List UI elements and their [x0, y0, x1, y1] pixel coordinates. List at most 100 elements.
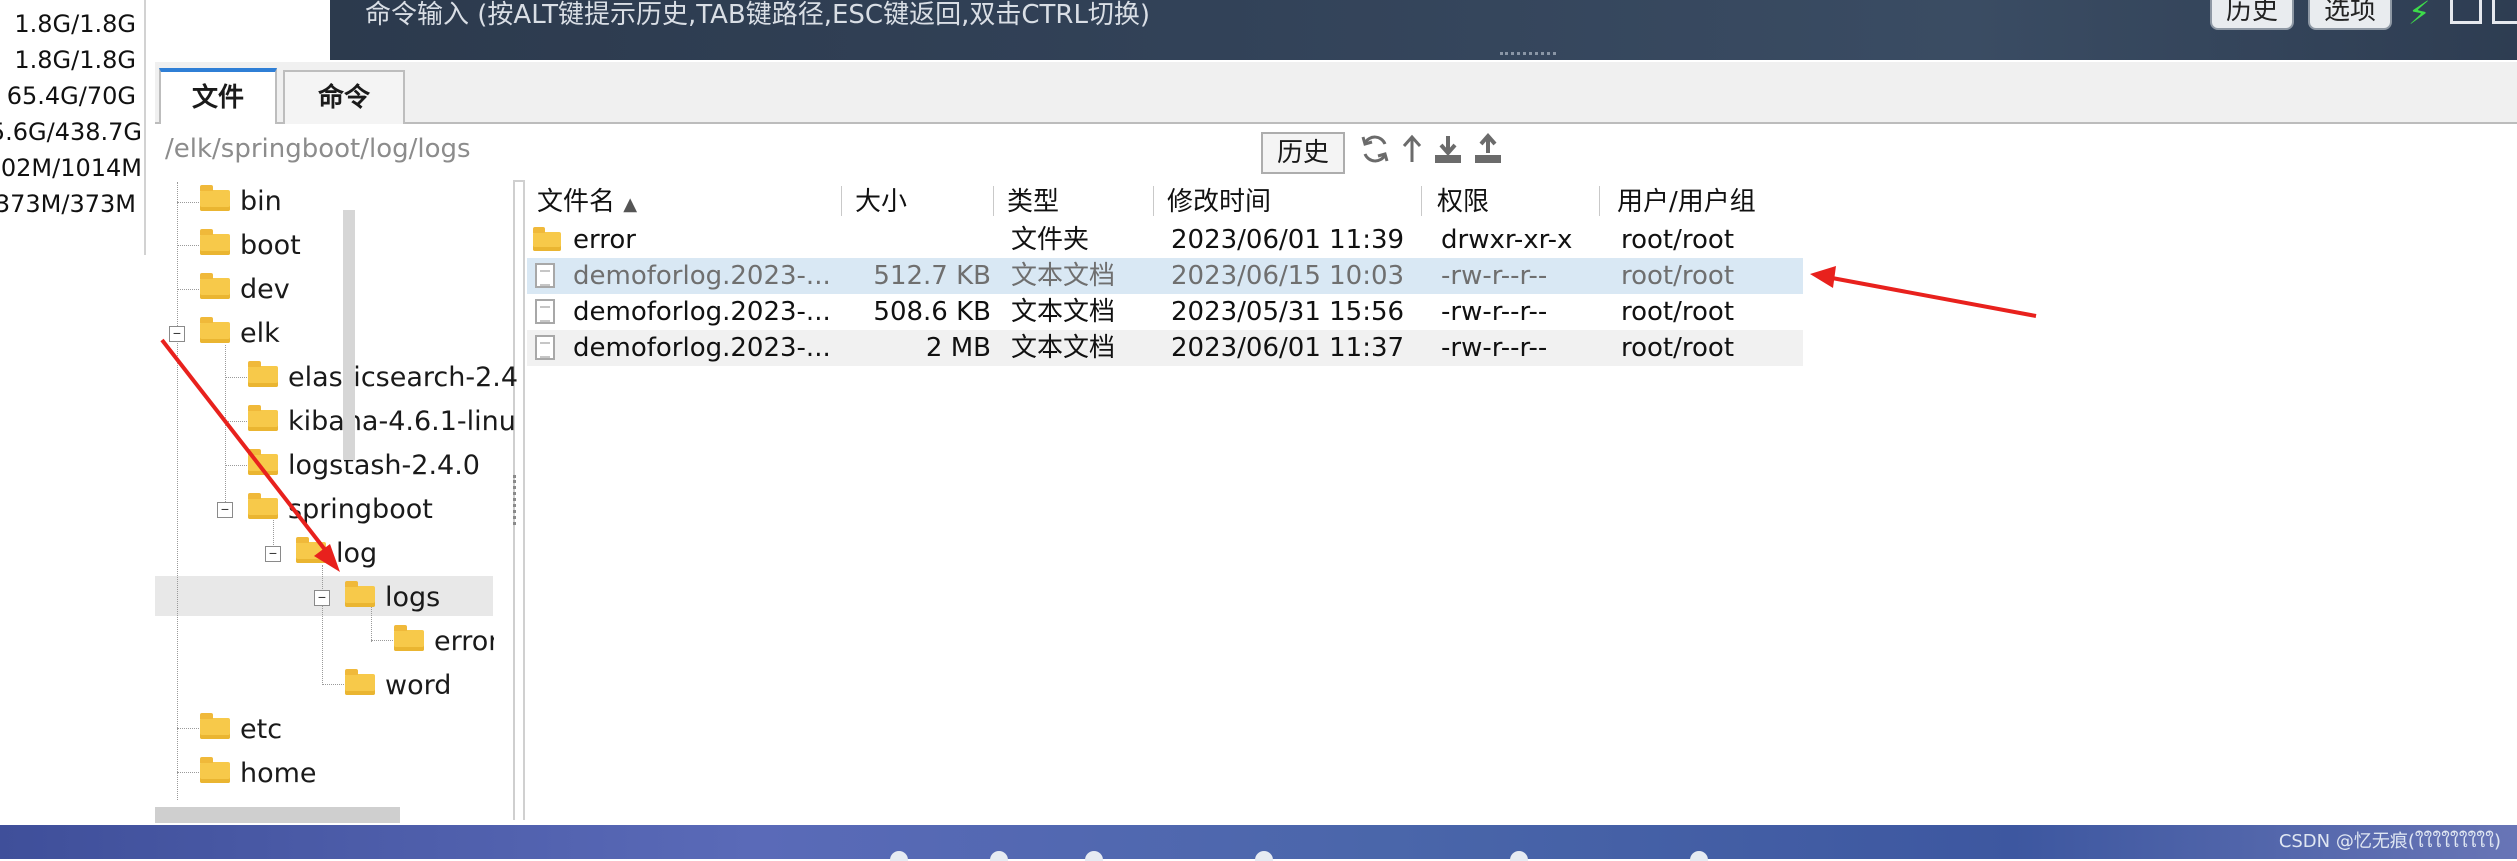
command-input-hint[interactable]: 命令输入 (按ALT键提示历史,TAB键路径,ESC键返回,双击CTRL切换) [365, 0, 1150, 31]
tree-line [177, 202, 199, 203]
tree-line [177, 772, 199, 773]
column-header-permissions[interactable]: 权限 [1437, 182, 1489, 222]
resource-value: 5.6G/438.7G [0, 118, 142, 146]
tree-item-label: log [336, 538, 378, 569]
tree-line [322, 684, 344, 685]
file-name: demoforlog.2023-... [573, 297, 831, 327]
tree-line [177, 182, 178, 800]
window-restore-icon[interactable] [2450, 0, 2482, 24]
column-separator[interactable] [1421, 186, 1422, 216]
tree-item-error[interactable]: error [394, 622, 494, 662]
tree-item-boot[interactable]: boot [200, 226, 301, 266]
file-name: error [573, 225, 636, 255]
tree-line [225, 421, 247, 422]
collapse-icon[interactable]: − [217, 502, 233, 518]
table-row[interactable]: demoforlog.2023-... 2 MB 文本文档 2023/06/01… [527, 330, 1803, 366]
file-size: 512.7 KB [873, 261, 991, 291]
resource-value: 373M/373M [0, 190, 136, 218]
tab-files[interactable]: 文件 [159, 68, 277, 126]
tab-commands[interactable]: 命令 [283, 70, 405, 124]
collapse-icon[interactable]: − [265, 546, 281, 562]
tree-item-logs[interactable]: logs [345, 578, 440, 618]
tree-item-label: dev [240, 274, 290, 305]
tree-line [225, 345, 226, 510]
tree-item-label: bin [240, 186, 282, 217]
folder-icon [200, 185, 230, 211]
file-size: 2 MB [925, 333, 991, 363]
folder-icon [296, 537, 326, 563]
column-header-name[interactable]: 文件名 ▲ [537, 182, 637, 222]
column-header-size[interactable]: 大小 [855, 182, 907, 222]
refresh-icon[interactable] [1358, 132, 1392, 166]
collapse-icon[interactable]: − [169, 326, 185, 342]
tab-bar: 文件 命令 [155, 62, 2517, 126]
folder-icon [345, 669, 375, 695]
file-type: 文本文档 [1011, 333, 1116, 363]
file-permissions: -rw-r--r-- [1441, 333, 1548, 363]
tree-item-label: home [240, 758, 317, 789]
column-separator[interactable] [841, 186, 842, 216]
file-modified: 2023/06/01 11:37 [1171, 333, 1405, 363]
file-permissions: drwxr-xr-x [1441, 225, 1573, 255]
resource-value: 02M/1014M [0, 154, 142, 182]
file-modified: 2023/06/15 10:03 [1171, 261, 1405, 291]
window-icon[interactable] [2492, 0, 2517, 24]
column-separator[interactable] [993, 186, 994, 216]
upload-icon[interactable] [1471, 132, 1505, 166]
tree-item-label: word [385, 670, 452, 701]
tree-horizontal-scrollbar[interactable] [155, 807, 400, 823]
table-row[interactable]: error 文件夹 2023/06/01 11:39 drwxr-xr-x ro… [527, 222, 1803, 258]
history-top-button[interactable]: 历史 [2210, 0, 2295, 30]
tree-vertical-scrollbar[interactable] [343, 210, 355, 460]
tree-line [225, 465, 247, 466]
tree-item-logstash[interactable]: logstash-2.4.0 [248, 446, 480, 486]
column-header-owner[interactable]: 用户/用户组 [1617, 182, 1756, 222]
file-type: 文件夹 [1011, 225, 1090, 255]
bolt-icon[interactable]: ⚡ [2408, 0, 2430, 32]
tree-item-log[interactable]: log [296, 534, 377, 574]
folder-icon [200, 317, 230, 343]
watermark: CSDN @忆无痕(ใใใใใใใใใ) [2278, 831, 2501, 852]
options-button[interactable]: 选项 [2308, 0, 2393, 30]
pane-splitter-grip[interactable] [513, 475, 520, 525]
text-file-icon [535, 335, 555, 360]
file-owner: root/root [1621, 225, 1735, 255]
tree-item-label: logstash-2.4.0 [288, 450, 480, 481]
tree-item-springboot[interactable]: springboot [248, 490, 433, 530]
collapse-icon[interactable]: − [314, 590, 330, 606]
tree-item-word[interactable]: word [345, 666, 451, 706]
file-list: 文件名 ▲ 大小 类型 修改时间 权限 用户/用户组 error 文件夹 202… [523, 180, 2517, 820]
file-name: demoforlog.2023-... [573, 261, 831, 291]
tree-item-etc[interactable]: etc [200, 710, 282, 750]
column-separator[interactable] [1153, 186, 1154, 216]
folder-icon [345, 581, 375, 607]
table-row-selected[interactable]: demoforlog.2023-... 512.7 KB 文本文档 2023/0… [527, 258, 1803, 294]
sort-ascending-icon: ▲ [623, 194, 638, 215]
tree-item-label: etc [240, 714, 283, 745]
tree-item-dev[interactable]: dev [200, 270, 290, 310]
download-icon[interactable] [1431, 132, 1465, 166]
column-header-type[interactable]: 类型 [1007, 182, 1059, 222]
resource-monitor: 1.8G/1.8G 1.8G/1.8G 65.4G/70G 5.6G/438.7… [0, 0, 146, 255]
tree-item-elk[interactable]: elk [200, 314, 280, 354]
tree-item-label: boot [240, 230, 301, 261]
up-directory-icon[interactable] [1395, 132, 1429, 166]
tree-item-home[interactable]: home [200, 754, 317, 794]
tree-item-label: springboot [288, 494, 433, 525]
column-separator[interactable] [1599, 186, 1600, 216]
tree-line [177, 728, 199, 729]
tree-line [177, 245, 199, 246]
file-type: 文本文档 [1011, 261, 1116, 291]
text-file-icon [535, 263, 555, 288]
file-modified: 2023/05/31 15:56 [1171, 297, 1405, 327]
column-header-modified[interactable]: 修改时间 [1167, 182, 1271, 222]
text-file-icon [535, 299, 555, 324]
folder-icon [248, 405, 278, 431]
history-button[interactable]: 历史 [1261, 132, 1345, 174]
folder-icon [248, 361, 278, 387]
path-input[interactable]: /elk/springboot/log/logs [165, 134, 471, 164]
tree-item-bin[interactable]: bin [200, 182, 282, 222]
table-row[interactable]: demoforlog.2023-... 508.6 KB 文本文档 2023/0… [527, 294, 1803, 330]
tree-item-kibana[interactable]: kibana-4.6.1-linu [248, 402, 516, 442]
tree-item-elasticsearch[interactable]: elasticsearch-2.4 [248, 358, 518, 398]
